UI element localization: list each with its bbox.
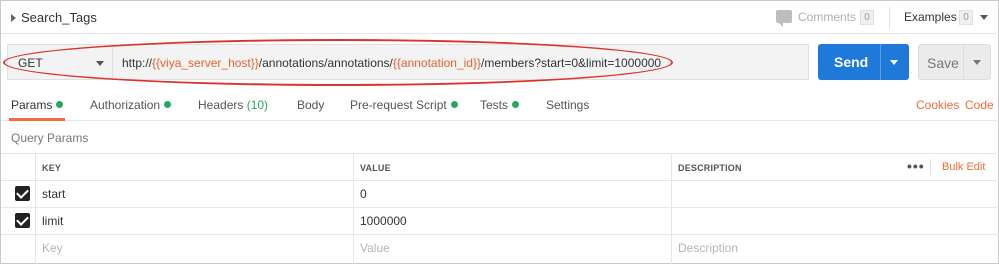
request-name[interactable]: Search_Tags	[21, 10, 97, 25]
tab-authorization[interactable]: Authorization	[90, 98, 172, 112]
tab-label: Params	[11, 98, 53, 112]
caret-right-icon[interactable]	[11, 14, 16, 22]
active-tab-indicator	[9, 118, 65, 121]
status-dot-icon	[164, 101, 172, 108]
tab-label: Tests	[480, 98, 509, 112]
divider	[880, 44, 881, 80]
code-link[interactable]: Code	[965, 98, 994, 112]
divider	[963, 45, 964, 79]
method-select[interactable]: GET	[7, 44, 112, 80]
divider	[889, 7, 890, 29]
chevron-down-icon	[96, 61, 104, 66]
headers-count: (10)	[246, 98, 269, 112]
save-button[interactable]: Save	[918, 44, 991, 80]
table-row: limit 1000000	[1, 207, 999, 234]
new-value-input[interactable]: Value	[360, 241, 390, 255]
tab-body[interactable]: Body	[297, 98, 324, 112]
column-header-value: VALUE	[360, 163, 391, 173]
send-button[interactable]: Send	[818, 44, 909, 80]
query-params-table: KEY VALUE DESCRIPTION ••• Bulk Edit star…	[1, 153, 999, 264]
url-text: http://{{viya_server_host}}/annotations/…	[122, 56, 661, 70]
request-panel: Search_Tags Comments 0 Examples 0 GET ht…	[0, 0, 999, 264]
method-label: GET	[18, 56, 43, 70]
tab-headers[interactable]: Headers (10)	[198, 98, 268, 112]
divider	[930, 159, 931, 175]
param-key[interactable]: start	[42, 187, 65, 201]
save-label: Save	[927, 55, 959, 71]
url-variable: {{annotation_id}}	[392, 56, 481, 70]
tab-label: Pre-request Script	[350, 98, 447, 112]
tab-settings[interactable]: Settings	[546, 98, 589, 112]
tab-label: Headers	[198, 98, 244, 112]
examples-count-badge: 0	[959, 10, 973, 25]
url-input[interactable]: http://{{viya_server_host}}/annotations/…	[112, 44, 809, 80]
row-checkbox[interactable]	[15, 213, 30, 228]
cookies-link[interactable]: Cookies	[916, 98, 959, 112]
tab-label: Authorization	[90, 98, 161, 112]
examples-button[interactable]: Examples	[904, 10, 957, 24]
chevron-down-icon[interactable]	[980, 15, 988, 20]
param-value[interactable]: 0	[360, 187, 367, 201]
comments-button[interactable]: Comments	[798, 10, 856, 24]
table-row-new: Key Value Description	[1, 234, 999, 261]
tab-params[interactable]: Params	[11, 98, 64, 112]
send-label: Send	[834, 54, 869, 70]
table-row: start 0	[1, 180, 999, 207]
param-key[interactable]: limit	[42, 214, 63, 228]
more-options-icon[interactable]: •••	[907, 158, 925, 174]
query-params-title: Query Params	[11, 131, 89, 145]
column-header-key: KEY	[42, 163, 62, 173]
column-header-description: DESCRIPTION	[678, 163, 742, 173]
table-header-row: KEY VALUE DESCRIPTION ••• Bulk Edit	[1, 153, 999, 180]
bulk-edit-button[interactable]: Bulk Edit	[942, 161, 985, 173]
status-dot-icon	[512, 101, 520, 108]
param-value[interactable]: 1000000	[360, 214, 407, 228]
request-tabs: Params Authorization Headers (10) Body P…	[1, 92, 999, 121]
row-checkbox[interactable]	[15, 186, 30, 201]
status-dot-icon	[450, 101, 458, 108]
new-key-input[interactable]: Key	[42, 241, 63, 255]
comments-count-badge: 0	[860, 10, 874, 25]
request-title-bar: Search_Tags Comments 0 Examples 0	[1, 1, 999, 34]
status-dot-icon	[56, 101, 64, 108]
url-part: http://	[122, 56, 153, 70]
url-part: /members?start=0&limit=1000000	[481, 56, 662, 70]
chevron-down-icon[interactable]	[890, 60, 898, 65]
new-description-input[interactable]: Description	[678, 241, 738, 255]
chevron-down-icon[interactable]	[973, 60, 981, 65]
tab-prerequest-script[interactable]: Pre-request Script	[350, 98, 458, 112]
url-variable: {{viya_server_host}}	[152, 56, 259, 70]
comment-icon[interactable]	[776, 10, 792, 27]
tab-tests[interactable]: Tests	[480, 98, 520, 112]
url-part: /annotations/annotations/	[258, 56, 393, 70]
